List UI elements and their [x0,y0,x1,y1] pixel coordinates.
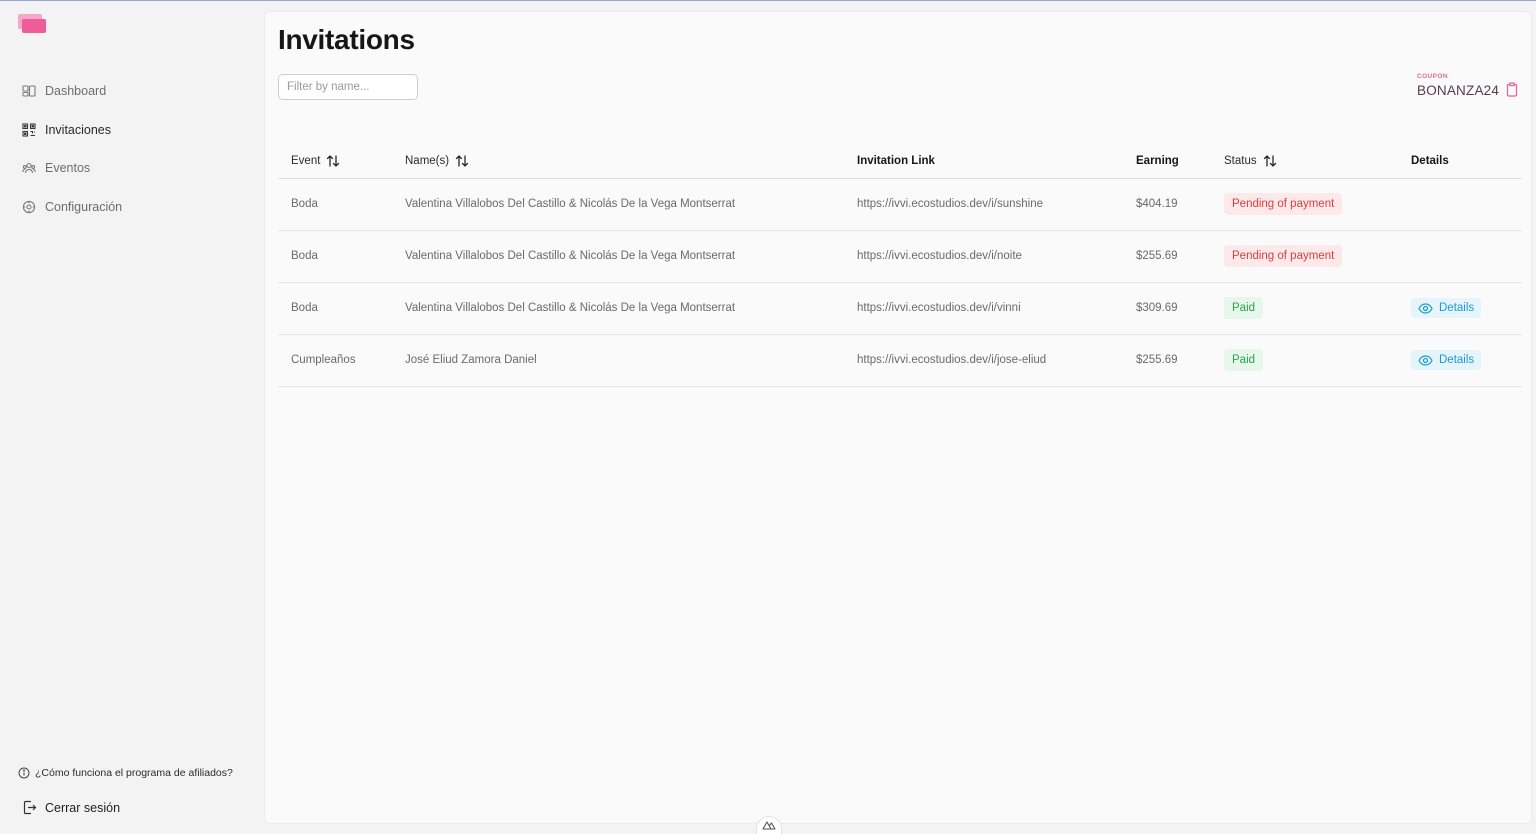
app-logo[interactable] [18,14,46,34]
cell-event: Cumpleaños [278,334,392,387]
status-badge: Paid [1224,297,1264,319]
clipboard-icon [1505,82,1519,102]
sidebar-item-eventos[interactable]: Eventos [18,154,248,182]
sidebar: Dashboard Invitaciones Eventos Configura… [0,1,264,834]
sidebar-item-label: Dashboard [45,84,107,98]
cell-names: José Eliud Zamora Daniel [392,334,844,387]
qr-code-icon [21,122,36,137]
column-header-earning: Earning [1123,144,1211,179]
cell-details: Details [1398,282,1522,335]
cell-event: Boda [278,282,392,335]
cell-event: Boda [278,230,392,283]
coupon-code: BONANZA24 [1417,83,1500,98]
cell-earning: $255.69 [1123,230,1211,283]
filter-by-name-input[interactable] [278,74,418,100]
column-header-label: Event [291,154,321,167]
sidebar-item-label: Invitaciones [45,122,112,137]
table-header-row: Event Name(s) Invitation Link Earning St… [278,144,1522,179]
details-label: Details [1439,354,1475,366]
invitations-table: Event Name(s) Invitation Link Earning St… [278,144,1522,387]
status-badge: Pending of payment [1224,245,1343,267]
table-row: Boda Valentina Villalobos Del Castillo &… [278,282,1522,335]
cell-earning: $255.69 [1123,334,1211,387]
cell-names: Valentina Villalobos Del Castillo & Nico… [392,230,844,283]
cell-invitation-link[interactable]: https://ivvi.ecostudios.dev/i/jose-eliud [844,334,1123,387]
info-icon [18,767,30,779]
column-header-event: Event [278,144,392,179]
details-button[interactable]: Details [1411,350,1482,370]
eye-icon [1418,354,1433,366]
help-label: ¿Cómo funciona el programa de afiliados? [35,767,233,779]
eye-icon [1418,302,1433,314]
sidebar-item-configuracion[interactable]: Configuración [18,193,248,221]
sort-arrows-icon[interactable] [326,154,340,168]
details-label: Details [1439,302,1475,314]
cell-details [1398,178,1522,231]
cell-details: Details [1398,334,1522,387]
column-header-label: Status [1224,154,1257,167]
logout-icon [22,800,37,815]
cell-invitation-link[interactable]: https://ivvi.ecostudios.dev/i/vinni [844,282,1123,335]
column-header-status: Status [1211,144,1398,179]
sidebar-nav: Dashboard Invitaciones Eventos Configura… [18,77,248,231]
cell-invitation-link[interactable]: https://ivvi.ecostudios.dev/i/sunshine [844,178,1123,231]
copy-coupon-button[interactable] [1505,82,1519,98]
table-row: Boda Valentina Villalobos Del Castillo &… [278,230,1522,283]
cell-names: Valentina Villalobos Del Castillo & Nico… [392,282,844,335]
cell-invitation-link[interactable]: https://ivvi.ecostudios.dev/i/noite [844,230,1123,283]
sidebar-item-label: Eventos [45,161,91,175]
cell-earning: $309.69 [1123,282,1211,335]
cell-status: Paid [1211,282,1398,335]
logout-label: Cerrar sesión [45,800,121,815]
sort-arrows-icon[interactable] [455,154,469,168]
column-header-link: Invitation Link [844,144,1123,179]
coupon-display: COUPON BONANZA24 [1417,73,1499,98]
cell-details [1398,230,1522,283]
cell-earning: $404.19 [1123,178,1211,231]
settings-icon [21,199,36,214]
sidebar-item-label: Configuración [45,199,123,214]
users-icon [21,161,36,176]
page-title: Invitations [278,24,415,55]
coupon-label: COUPON [1417,73,1448,80]
column-header-names: Name(s) [392,144,844,179]
cell-names: Valentina Villalobos Del Castillo & Nico… [392,178,844,231]
column-header-details: Details [1398,144,1522,179]
logout-button[interactable]: Cerrar sesión [22,800,120,815]
affiliate-help-link[interactable]: ¿Cómo funciona el programa de afiliados? [18,767,233,779]
column-header-label: Name(s) [405,154,450,167]
status-badge: Pending of payment [1224,193,1343,215]
table-row: Boda Valentina Villalobos Del Castillo &… [278,178,1522,231]
table-row: Cumpleaños José Eliud Zamora Daniel http… [278,334,1522,387]
sidebar-item-invitaciones[interactable]: Invitaciones [18,116,248,144]
cell-status: Paid [1211,334,1398,387]
main-panel: Invitations COUPON BONANZA24 Event [264,11,1532,824]
mountain-logo-icon [762,817,776,834]
sort-arrows-icon[interactable] [1263,154,1277,168]
dashboard-icon [21,84,36,99]
cell-event: Boda [278,178,392,231]
sidebar-item-dashboard[interactable]: Dashboard [18,77,248,105]
cell-status: Pending of payment [1211,178,1398,231]
details-button[interactable]: Details [1411,298,1482,318]
cell-status: Pending of payment [1211,230,1398,283]
status-badge: Paid [1224,349,1264,371]
